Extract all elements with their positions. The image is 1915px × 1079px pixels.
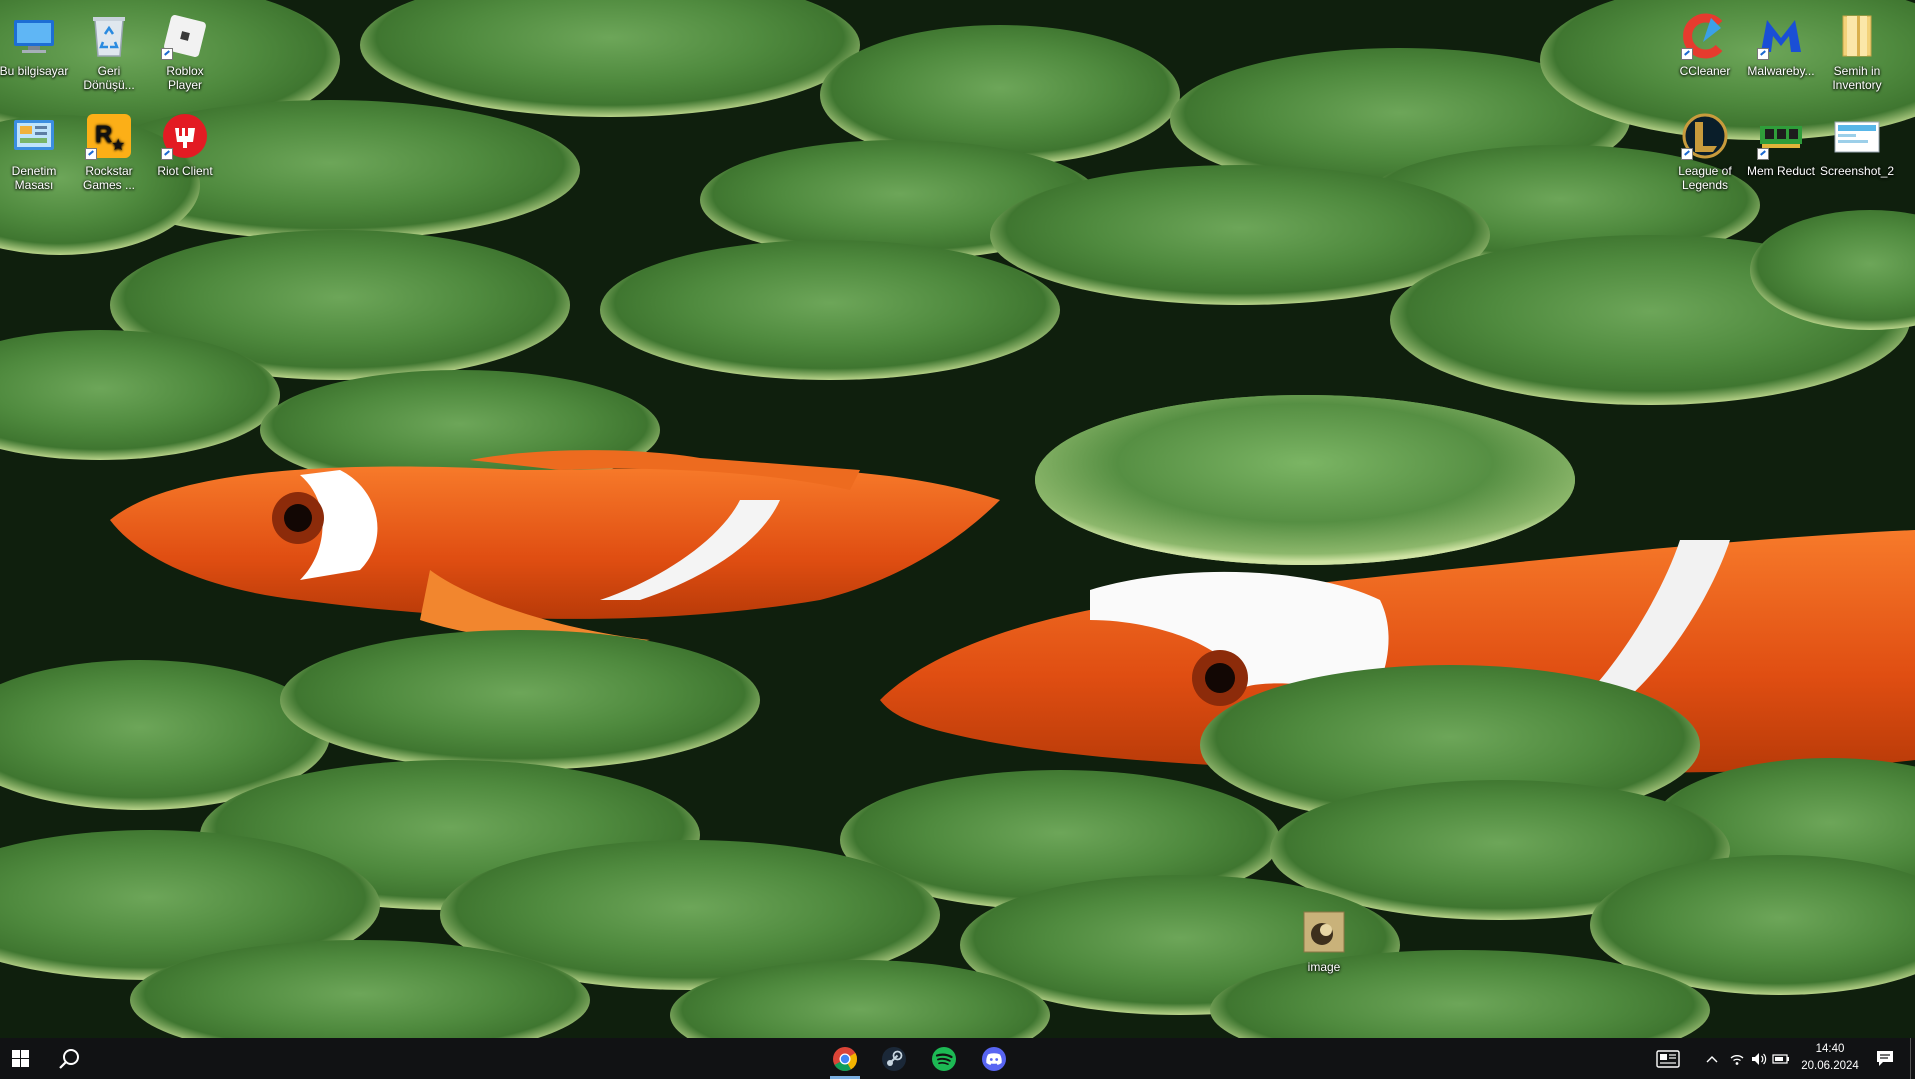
- shortcut-arrow-icon: [1757, 148, 1769, 160]
- network-status-button[interactable]: [1726, 1038, 1748, 1079]
- clock-date: 20.06.2024: [1801, 1060, 1859, 1072]
- roblox-icon: [161, 12, 209, 60]
- desktop-icon-label: Malwareby...: [1747, 64, 1815, 78]
- image-file-icon: [1300, 908, 1348, 956]
- battery-icon: [1772, 1053, 1789, 1064]
- chevron-up-icon: [1706, 1055, 1718, 1062]
- computer-icon: [10, 12, 58, 60]
- ram-chip-icon: [1757, 112, 1805, 160]
- desktop-icon-label: Screenshot_2: [1820, 164, 1895, 178]
- shortcut-arrow-icon: [1757, 48, 1769, 60]
- shortcut-arrow-icon: [1681, 48, 1693, 60]
- shortcut-arrow-icon: [85, 148, 97, 160]
- discord-icon: [982, 1046, 1006, 1071]
- taskbar-app-discord[interactable]: [971, 1038, 1017, 1079]
- desktop-wallpaper: [0, 0, 1915, 1038]
- desktop-icon-control-panel[interactable]: Denetim Masası: [0, 104, 71, 192]
- desktop-icon-label: Geri Dönüşü...: [83, 64, 135, 92]
- windows-logo-icon: [11, 1050, 29, 1067]
- show-hidden-icons-button[interactable]: [1700, 1038, 1724, 1079]
- shortcut-arrow-icon: [161, 148, 173, 160]
- desktop-icon-label: Denetim Masası: [11, 164, 57, 192]
- desktop-icon-screenshot[interactable]: Screenshot_2: [1820, 104, 1894, 178]
- riot-client-icon: [161, 112, 209, 160]
- chrome-icon: [833, 1046, 857, 1071]
- battery-status-button[interactable]: [1770, 1038, 1792, 1079]
- svg-text:★: ★: [111, 137, 125, 154]
- desktop-icon-rockstar[interactable]: R ★ Rockstar Games ...: [72, 104, 146, 192]
- news-icon: [1656, 1049, 1680, 1068]
- desktop-icon-label: League of Legends: [1678, 164, 1732, 192]
- desktop-icon-roblox[interactable]: Roblox Player: [148, 4, 222, 92]
- svg-text:R: R: [95, 121, 112, 148]
- desktop-icon-ccleaner[interactable]: CCleaner: [1668, 4, 1742, 78]
- desktop-icon-label: Riot Client: [157, 164, 213, 178]
- recycle-bin-icon: [85, 12, 133, 60]
- folder-icon: [1833, 12, 1881, 60]
- desktop-icon-label: Semih in Inventory: [1832, 64, 1882, 92]
- ccleaner-icon: [1681, 12, 1729, 60]
- desktop-icon-image-file[interactable]: image: [1287, 900, 1361, 974]
- desktop-icon-label: image: [1307, 960, 1341, 974]
- shortcut-arrow-icon: [1681, 148, 1693, 160]
- desktop-icon-recycle-bin[interactable]: Geri Dönüşü...: [72, 4, 146, 92]
- control-panel-icon: [10, 112, 58, 160]
- desktop-icon-label: Rockstar Games ...: [82, 164, 135, 192]
- desktop-icon-this-pc[interactable]: Bu bilgisayar: [0, 4, 71, 78]
- start-button[interactable]: [0, 1038, 40, 1079]
- wallpaper-anemones-clownfish: [0, 0, 1915, 1038]
- rockstar-icon: R ★: [85, 112, 133, 160]
- clock-time: 14:40: [1815, 1043, 1845, 1055]
- taskbar-app-spotify[interactable]: [921, 1038, 967, 1079]
- taskbar-clock[interactable]: 14:40 20.06.2024: [1790, 1041, 1870, 1075]
- desktop-icon-malwarebytes[interactable]: Malwareby...: [1744, 4, 1818, 78]
- volume-button[interactable]: [1748, 1038, 1770, 1079]
- desktop-icon-label: Bu bilgisayar: [0, 64, 69, 78]
- desktop-icon-label: Mem Reduct: [1746, 164, 1816, 178]
- desktop-icon-riot[interactable]: Riot Client: [148, 104, 222, 178]
- desktop-icon-league-of-legends[interactable]: League of Legends: [1668, 104, 1742, 192]
- malwarebytes-icon: [1757, 12, 1805, 60]
- search-icon: [59, 1048, 79, 1069]
- steam-icon: [882, 1046, 906, 1071]
- desktop-icon-label: CCleaner: [1679, 64, 1731, 78]
- desktop-icon-label: Roblox Player: [166, 64, 204, 92]
- spotify-icon: [932, 1046, 956, 1071]
- show-desktop-button[interactable]: [1910, 1038, 1915, 1079]
- taskbar-app-chrome[interactable]: [822, 1038, 868, 1079]
- desktop-icon-inventory-folder[interactable]: Semih in Inventory: [1820, 4, 1894, 92]
- league-of-legends-icon: [1681, 112, 1729, 160]
- desktop-icon-mem-reduct[interactable]: Mem Reduct: [1744, 104, 1818, 178]
- speaker-icon: [1751, 1052, 1766, 1065]
- network-icon: [1730, 1054, 1744, 1065]
- search-button[interactable]: [46, 1038, 94, 1079]
- image-file-icon: [1833, 112, 1881, 160]
- shortcut-arrow-icon: [161, 48, 173, 60]
- news-widget-button[interactable]: [1650, 1038, 1686, 1079]
- notification-icon: [1877, 1051, 1893, 1066]
- taskbar: 14:40 20.06.2024: [0, 1038, 1915, 1079]
- action-center-button[interactable]: [1870, 1038, 1900, 1079]
- taskbar-app-steam[interactable]: [871, 1038, 917, 1079]
